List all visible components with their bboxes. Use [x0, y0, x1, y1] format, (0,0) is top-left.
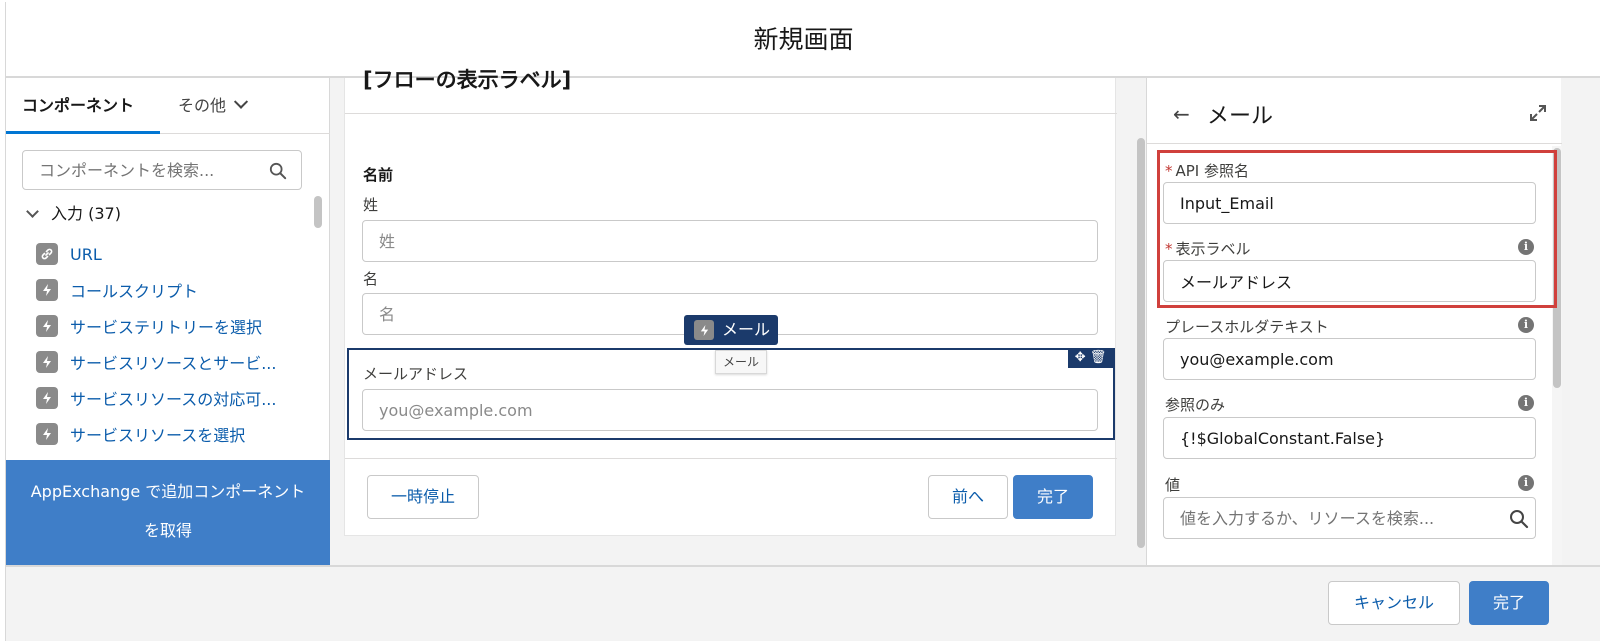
- component-list: URL コールスクリプト サービステリトリーを選択 サービスリソースとサービ..…: [36, 236, 316, 452]
- modal-title: 新規画面: [753, 25, 854, 54]
- lightning-icon: [694, 320, 714, 340]
- component-search-input[interactable]: [39, 151, 269, 189]
- tab-other-label: その他: [178, 96, 227, 115]
- email-label: メールアドレス: [363, 365, 469, 383]
- component-palette: コンポーネント その他 入力 (37): [6, 78, 330, 565]
- component-item-label: サービスリソースを選択: [70, 426, 246, 445]
- component-item-service-resource-availability[interactable]: サービスリソースの対応可...: [36, 380, 316, 416]
- palette-tabs: コンポーネント その他: [6, 78, 330, 134]
- modal-footer: キャンセル 完了: [6, 565, 1600, 641]
- lightning-icon: [36, 279, 58, 301]
- back-arrow-icon[interactable]: ←: [1173, 102, 1190, 126]
- value-field[interactable]: [1163, 497, 1536, 539]
- required-marker: *: [1165, 240, 1173, 258]
- modal-body: コンポーネント その他 入力 (37): [6, 68, 1600, 565]
- section-input-label: 入力 (37): [51, 204, 121, 223]
- info-icon[interactable]: i: [1518, 395, 1534, 411]
- properties-title: メール: [1207, 104, 1274, 129]
- info-icon[interactable]: i: [1518, 475, 1534, 491]
- modal-header: 新規画面: [6, 2, 1600, 78]
- last-name-label: 姓: [363, 196, 379, 214]
- palette-scrollbar[interactable]: [314, 196, 322, 228]
- expand-icon[interactable]: [1529, 104, 1547, 122]
- new-screen-modal: 新規画面 コンポーネント その他 入力 (37): [5, 2, 1600, 641]
- last-name-field[interactable]: [362, 220, 1098, 262]
- value-label: 値: [1165, 476, 1181, 494]
- drag-chip-email[interactable]: メール: [684, 315, 778, 345]
- properties-panel: ← メール *API 参照名 *表示ラベル i プレースホルダテキスト i 参照: [1146, 78, 1562, 565]
- move-icon[interactable]: ✥: [1075, 350, 1086, 365]
- read-only-label: 参照のみ: [1165, 396, 1226, 414]
- first-name-label: 名: [363, 270, 379, 288]
- component-item-select-service-resource[interactable]: サービスリソースを選択: [36, 416, 316, 452]
- required-marker: *: [1165, 162, 1173, 180]
- component-search: [22, 150, 302, 190]
- placeholder-text-field[interactable]: [1163, 338, 1536, 380]
- search-icon[interactable]: [1509, 509, 1529, 529]
- trash-icon[interactable]: 🗑: [1090, 350, 1107, 365]
- link-icon: [36, 243, 58, 265]
- done-button[interactable]: 完了: [1469, 581, 1549, 625]
- lightning-icon: [36, 387, 58, 409]
- cancel-button[interactable]: キャンセル: [1328, 581, 1460, 625]
- drag-chip-label: メール: [722, 320, 771, 339]
- canvas-scrollbar[interactable]: [1137, 138, 1145, 548]
- email-field[interactable]: [362, 389, 1098, 431]
- previous-button[interactable]: 前へ: [928, 475, 1008, 519]
- component-item-url[interactable]: URL: [36, 236, 316, 272]
- lightning-icon: [36, 315, 58, 337]
- component-item-label: URL: [70, 244, 102, 264]
- screen-canvas: [フローの表示ラベル] 名前 姓 名 ✥ 🗑 メールアドレス: [330, 68, 1145, 565]
- chevron-down-icon: [26, 205, 39, 218]
- section-input-toggle[interactable]: 入力 (37): [24, 200, 121, 224]
- display-label-field[interactable]: [1163, 260, 1536, 302]
- pause-button[interactable]: 一時停止: [367, 475, 479, 519]
- component-item-service-resource-and-service[interactable]: サービスリソースとサービ...: [36, 344, 316, 380]
- tab-other[interactable]: その他: [178, 78, 288, 134]
- display-label-label: * 表示ラベル: [1165, 238, 1251, 259]
- name-section-label: 名前: [363, 166, 394, 184]
- api-name-label-text: API 参照名: [1175, 162, 1250, 180]
- api-name-label: * API 参照名: [1165, 160, 1249, 181]
- component-item-label: サービスリソースとサービ...: [70, 354, 277, 373]
- component-item-select-service-territory[interactable]: サービステリトリーを選択: [36, 308, 316, 344]
- tooltip: メール: [715, 350, 767, 374]
- screen-preview: [フローの表示ラベル] 名前 姓 名 ✥ 🗑 メールアドレス: [344, 68, 1117, 536]
- screen-title: [フローの表示ラベル]: [363, 68, 572, 92]
- info-icon[interactable]: i: [1518, 317, 1534, 333]
- divider: [345, 113, 1117, 114]
- lightning-icon: [36, 351, 58, 373]
- placeholder-text-label: プレースホルダテキスト: [1165, 318, 1329, 336]
- screen-footer: 一時停止 前へ 完了: [345, 458, 1117, 536]
- chevron-down-icon: [233, 94, 249, 109]
- search-icon[interactable]: [269, 162, 287, 180]
- appexchange-button[interactable]: AppExchange で追加コンポーネントを取得: [6, 460, 330, 565]
- read-only-field[interactable]: [1163, 417, 1536, 459]
- info-icon[interactable]: i: [1518, 239, 1534, 255]
- component-item-label: コールスクリプト: [70, 282, 199, 301]
- lightning-icon: [36, 423, 58, 445]
- component-item-label: サービステリトリーを選択: [70, 318, 263, 337]
- display-label-label-text: 表示ラベル: [1175, 240, 1251, 258]
- finish-button[interactable]: 完了: [1013, 475, 1093, 519]
- component-item-label: サービスリソースの対応可...: [70, 390, 277, 409]
- component-item-call-script[interactable]: コールスクリプト: [36, 272, 316, 308]
- tab-components[interactable]: コンポーネント: [6, 78, 160, 134]
- properties-header: ← メール: [1147, 78, 1562, 144]
- api-name-field[interactable]: [1163, 182, 1536, 224]
- selection-toolbar: ✥ 🗑: [1068, 348, 1113, 368]
